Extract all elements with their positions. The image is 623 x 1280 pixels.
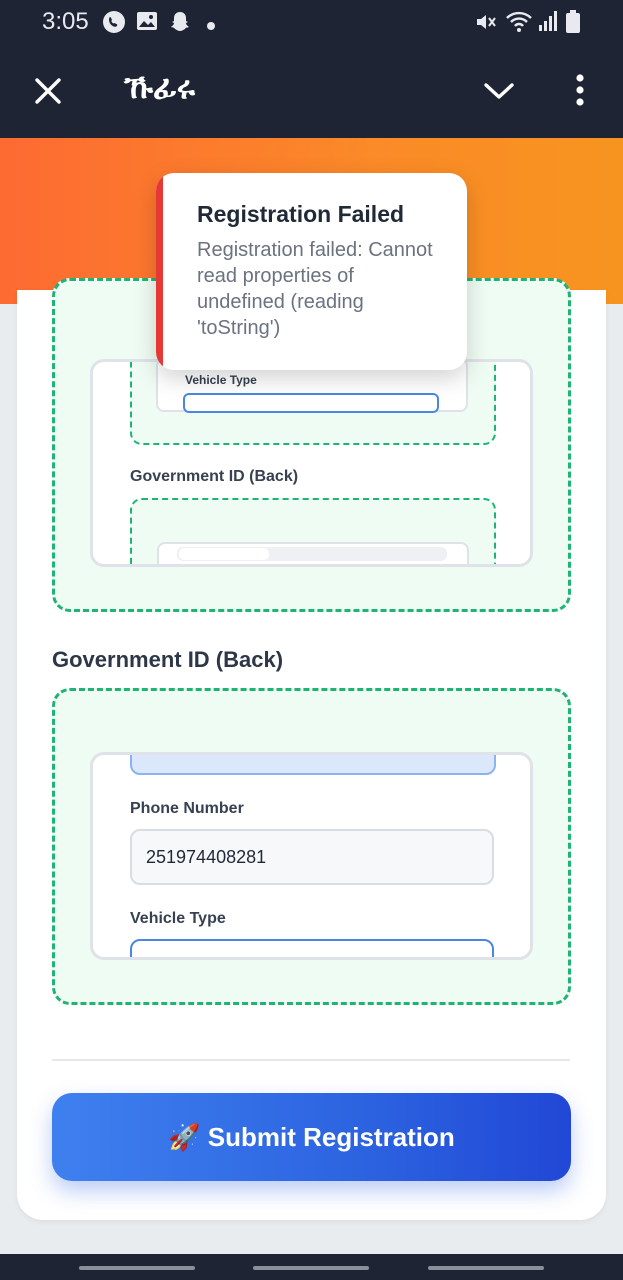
more-vert-icon[interactable] xyxy=(574,74,586,111)
error-toast[interactable]: Registration Failed Registration failed:… xyxy=(156,173,467,370)
preview-frame-back: Phone Number 251974408281 Vehicle Type xyxy=(90,752,533,960)
chevron-down-icon[interactable] xyxy=(484,82,514,105)
status-time: 3:05 xyxy=(42,8,89,35)
phone-number-field: 251974408281 xyxy=(130,829,494,885)
vehicle-type-select-back xyxy=(130,939,494,957)
phone-number-label: Phone Number xyxy=(130,800,244,817)
nav-home-handle[interactable] xyxy=(253,1266,369,1270)
preview-frame: Vehicle Type Government ID (Back) xyxy=(90,359,533,567)
preview-field-top xyxy=(130,755,496,775)
mute-icon xyxy=(474,10,498,39)
viber-icon xyxy=(102,10,126,39)
toast-message: Registration failed: Cannot read propert… xyxy=(197,239,433,339)
divider xyxy=(52,1059,570,1061)
nav-recents-handle[interactable] xyxy=(79,1266,195,1270)
app-title: ኹፊሩ xyxy=(124,68,195,106)
toast-title: Registration Failed xyxy=(197,201,405,227)
system-nav-bar xyxy=(0,1254,623,1280)
image-icon xyxy=(136,10,158,37)
vehicle-type-select xyxy=(183,393,439,413)
status-bar: 3:05 xyxy=(0,0,623,44)
vehicle-type-label-back: Vehicle Type xyxy=(130,910,226,927)
nested-preview-back xyxy=(157,542,469,564)
toast-accent xyxy=(156,173,163,370)
wifi-icon xyxy=(505,10,533,39)
close-icon[interactable] xyxy=(34,77,62,110)
submit-label: 🚀 Submit Registration xyxy=(168,1121,455,1152)
signal-icon xyxy=(538,10,558,37)
app-bar: ኹፊሩ xyxy=(0,44,623,138)
government-id-back-label: Government ID (Back) xyxy=(130,468,299,485)
battery-icon xyxy=(566,10,580,39)
submit-registration-button[interactable]: 🚀 Submit Registration xyxy=(52,1093,571,1181)
section-title: Government ID (Back) xyxy=(52,647,284,672)
nav-back-handle[interactable] xyxy=(428,1266,544,1270)
snapchat-icon xyxy=(168,10,192,39)
vehicle-type-label: Vehicle Type xyxy=(185,373,257,387)
dot-icon xyxy=(207,17,215,35)
